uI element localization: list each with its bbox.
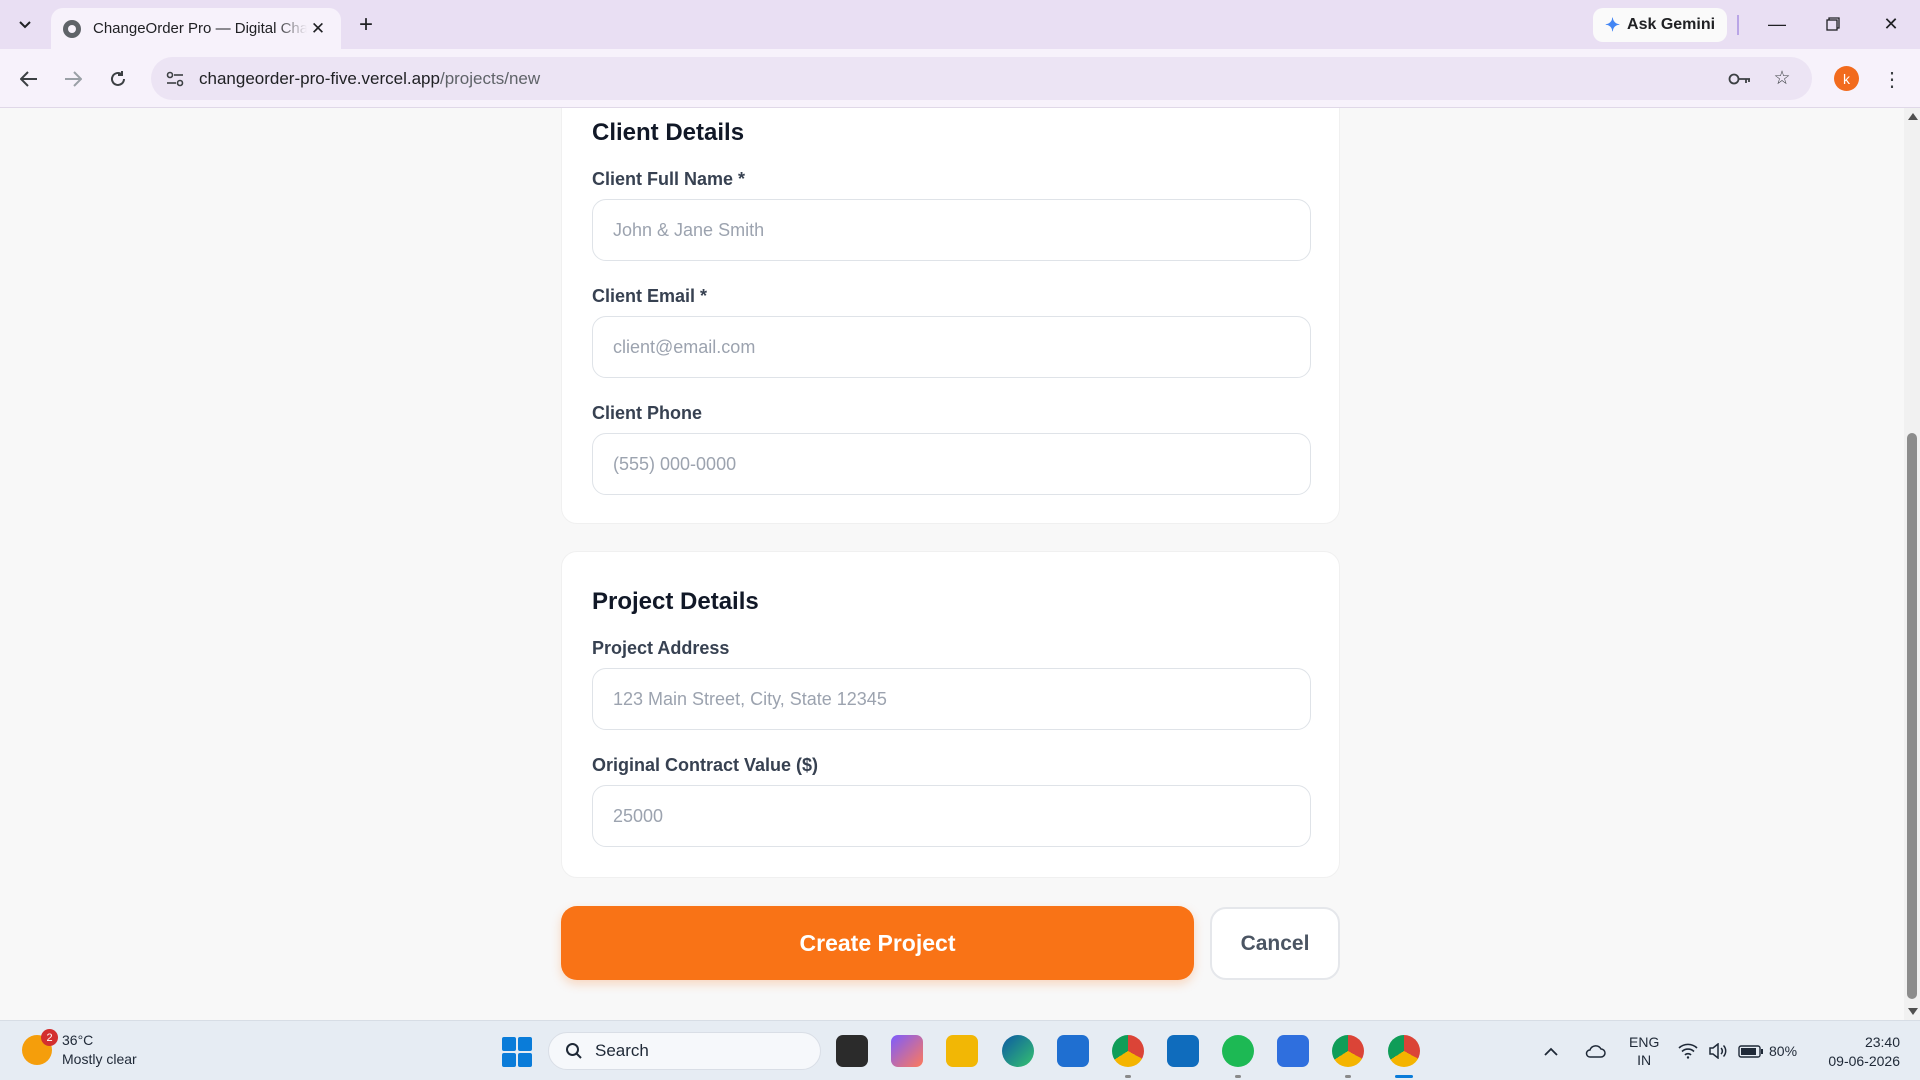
create-project-button[interactable]: Create Project	[561, 906, 1194, 980]
url-path: /projects/new	[439, 68, 541, 88]
language-indicator[interactable]: ENG IN	[1629, 1021, 1659, 1080]
url-text[interactable]: changeorder-pro-five.vercel.app/projects…	[199, 69, 1712, 89]
weather-temp: 36°C	[62, 1032, 94, 1048]
onedrive-cloud-icon[interactable]	[1584, 1021, 1606, 1080]
client-email-input[interactable]	[592, 316, 1311, 378]
contract-value-label: Original Contract Value ($)	[592, 755, 819, 775]
profile-avatar[interactable]: k	[1834, 66, 1859, 91]
globe-icon	[63, 19, 81, 38]
client-name-input[interactable]	[592, 199, 1311, 261]
gemini-sparkle-icon: ✦	[1604, 14, 1621, 35]
search-icon	[566, 1043, 582, 1059]
client-details-card: Client Details Client Full Name * Client…	[561, 108, 1340, 524]
browser-toolbar: changeorder-pro-five.vercel.app/projects…	[0, 49, 1920, 108]
language-top: ENG	[1629, 1034, 1660, 1050]
project-address-label: Project Address	[592, 638, 730, 658]
client-phone-label: Client Phone	[592, 403, 703, 423]
weather-widget[interactable]: 2 36°C Mostly clear	[22, 1029, 137, 1069]
app-running-indicator	[1235, 1075, 1241, 1078]
outlook-icon[interactable]	[1167, 1035, 1199, 1067]
reload-icon[interactable]	[102, 63, 134, 95]
project-details-card: Project Details Project Address Original…	[561, 551, 1340, 878]
battery-icon	[1738, 1044, 1763, 1058]
project-details-title: Project Details	[592, 588, 759, 615]
spotify-icon[interactable]	[1222, 1035, 1254, 1067]
tabbar-divider	[1737, 15, 1739, 35]
client-phone-input[interactable]	[592, 433, 1311, 495]
password-key-icon[interactable]	[1726, 65, 1754, 93]
taskbar-search-label: Search	[595, 1041, 649, 1060]
window-close-icon[interactable]: ✕	[1868, 9, 1914, 39]
chrome-active-icon[interactable]	[1388, 1035, 1420, 1067]
browser-tab-active[interactable]: ChangeOrder Pro — Digital Change Orders …	[51, 8, 341, 49]
language-bottom: IN	[1637, 1052, 1652, 1068]
ask-gemini-label: Ask Gemini	[1627, 16, 1716, 33]
back-arrow-icon[interactable]	[13, 63, 45, 95]
tab-close-icon[interactable]: ✕	[307, 18, 329, 40]
browser-menu-icon[interactable]: ⋮	[1878, 63, 1906, 95]
client-name-label: Client Full Name *	[592, 169, 746, 189]
battery-percent: 80%	[1769, 1043, 1798, 1059]
app-active-indicator	[1395, 1075, 1413, 1078]
forward-arrow-icon[interactable]	[57, 63, 89, 95]
tab-search-chevron-icon[interactable]	[11, 11, 39, 39]
chrome-profile-a-icon[interactable]	[1112, 1035, 1144, 1067]
weather-sun-icon: 2	[22, 1029, 58, 1065]
tray-overflow-chevron-icon[interactable]	[1544, 1021, 1558, 1080]
windows-taskbar: 2 36°C Mostly clear Search ENG IN 80% 23…	[0, 1020, 1920, 1080]
url-host: changeorder-pro-five.vercel.app	[199, 68, 440, 88]
app-running-indicator	[1345, 1075, 1351, 1078]
cancel-button[interactable]: Cancel	[1210, 907, 1340, 980]
desktop-app-icon[interactable]	[1277, 1035, 1309, 1067]
new-tab-plus-icon[interactable]: +	[352, 11, 380, 39]
client-details-title: Client Details	[592, 119, 745, 146]
tab-title: ChangeOrder Pro — Digital Change Orders	[93, 20, 307, 37]
address-bar[interactable]: changeorder-pro-five.vercel.app/projects…	[151, 57, 1812, 100]
browser-tab-bar: ChangeOrder Pro — Digital Change Orders …	[0, 0, 1920, 49]
bookmark-star-icon[interactable]: ☆	[1768, 65, 1796, 93]
clock-date: 09-06-2026	[1828, 1053, 1900, 1069]
wifi-icon[interactable]	[1678, 1021, 1698, 1080]
chrome-profile-k-icon[interactable]	[1332, 1035, 1364, 1067]
minimize-icon[interactable]: —	[1754, 9, 1800, 39]
restore-icon[interactable]	[1810, 9, 1856, 39]
scroll-up-arrow-icon[interactable]	[1908, 113, 1918, 120]
app-running-indicator	[1125, 1075, 1131, 1078]
project-address-input[interactable]	[592, 668, 1311, 730]
taskbar-clock[interactable]: 23:40 09-06-2026	[1810, 1033, 1900, 1071]
edge-browser-icon[interactable]	[1002, 1035, 1034, 1067]
clock-time: 23:40	[1864, 1034, 1900, 1050]
contract-value-input[interactable]	[592, 785, 1311, 847]
task-view-icon[interactable]	[836, 1035, 868, 1067]
scroll-down-arrow-icon[interactable]	[1908, 1008, 1918, 1015]
taskbar-search-box[interactable]: Search	[548, 1032, 821, 1070]
battery-status[interactable]: 80%	[1738, 1021, 1797, 1080]
weather-desc: Mostly clear	[62, 1051, 137, 1067]
site-settings-icon[interactable]	[163, 67, 187, 91]
scroll-thumb[interactable]	[1907, 433, 1917, 999]
windows-start-icon[interactable]	[502, 1037, 532, 1067]
page-scrollbar[interactable]	[1904, 108, 1920, 1020]
volume-icon[interactable]	[1708, 1021, 1728, 1080]
page-viewport: Client Details Client Full Name * Client…	[0, 108, 1904, 1020]
ask-gemini-button[interactable]: ✦ Ask Gemini	[1593, 8, 1727, 42]
file-explorer-icon[interactable]	[946, 1035, 978, 1067]
microsoft-store-icon[interactable]	[1057, 1035, 1089, 1067]
weather-badge: 2	[41, 1029, 58, 1046]
client-email-label: Client Email *	[592, 286, 708, 306]
copilot-icon[interactable]	[891, 1035, 923, 1067]
